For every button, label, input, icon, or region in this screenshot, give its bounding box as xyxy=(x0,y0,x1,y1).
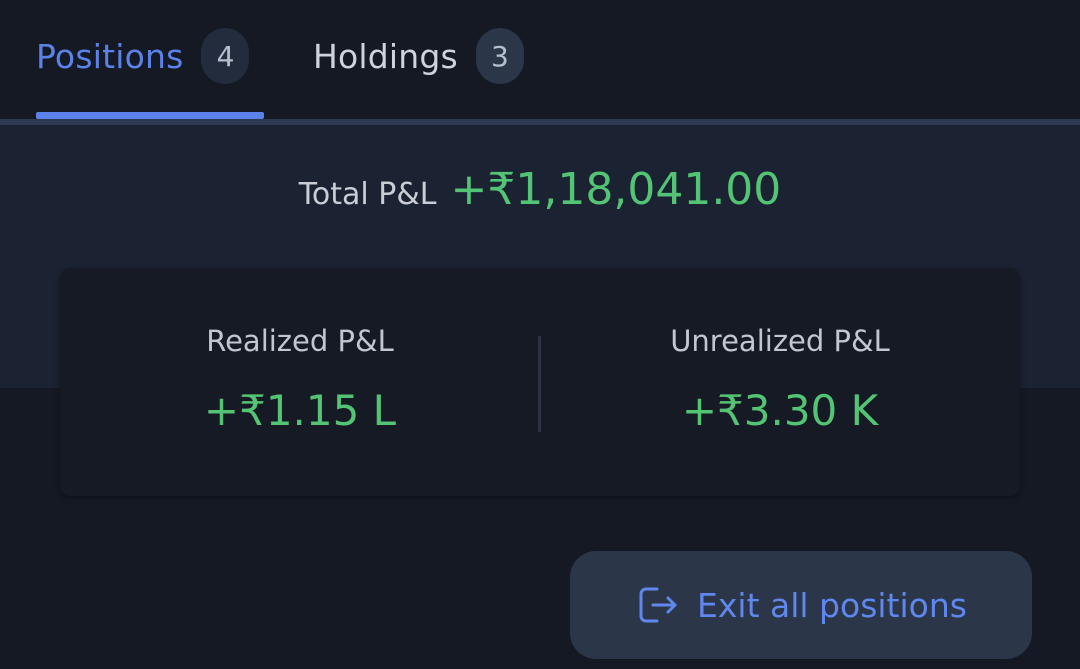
exit-all-positions-label: Exit all positions xyxy=(697,585,967,625)
unrealized-pnl: Unrealized P&L +₹3.30 K xyxy=(540,268,1020,496)
exit-all-positions-button[interactable]: Exit all positions xyxy=(570,551,1032,659)
tab-positions-count-badge: 4 xyxy=(201,28,250,84)
tab-positions-label: Positions xyxy=(36,36,184,76)
total-pnl-label: Total P&L xyxy=(298,177,437,212)
total-pnl-row: Total P&L +₹1,18,041.00 xyxy=(0,164,1080,215)
tab-holdings-count-badge: 3 xyxy=(475,28,524,84)
tab-bar: Positions 4 Holdings 3 xyxy=(0,0,1080,119)
exit-icon xyxy=(635,583,679,627)
tab-holdings-label: Holdings xyxy=(313,36,458,76)
total-pnl-value: +₹1,18,041.00 xyxy=(450,164,782,215)
active-tab-indicator xyxy=(36,112,264,119)
realized-pnl-value: +₹1.15 L xyxy=(203,386,397,435)
realized-pnl-label: Realized P&L xyxy=(206,324,394,358)
unrealized-pnl-label: Unrealized P&L xyxy=(670,324,890,358)
tab-positions[interactable]: Positions 4 xyxy=(36,28,250,84)
realized-pnl: Realized P&L +₹1.15 L xyxy=(60,268,540,496)
unrealized-pnl-value: +₹3.30 K xyxy=(681,386,879,435)
tab-holdings[interactable]: Holdings 3 xyxy=(313,28,524,84)
pnl-breakdown-card: Realized P&L +₹1.15 L Unrealized P&L +₹3… xyxy=(60,268,1020,496)
